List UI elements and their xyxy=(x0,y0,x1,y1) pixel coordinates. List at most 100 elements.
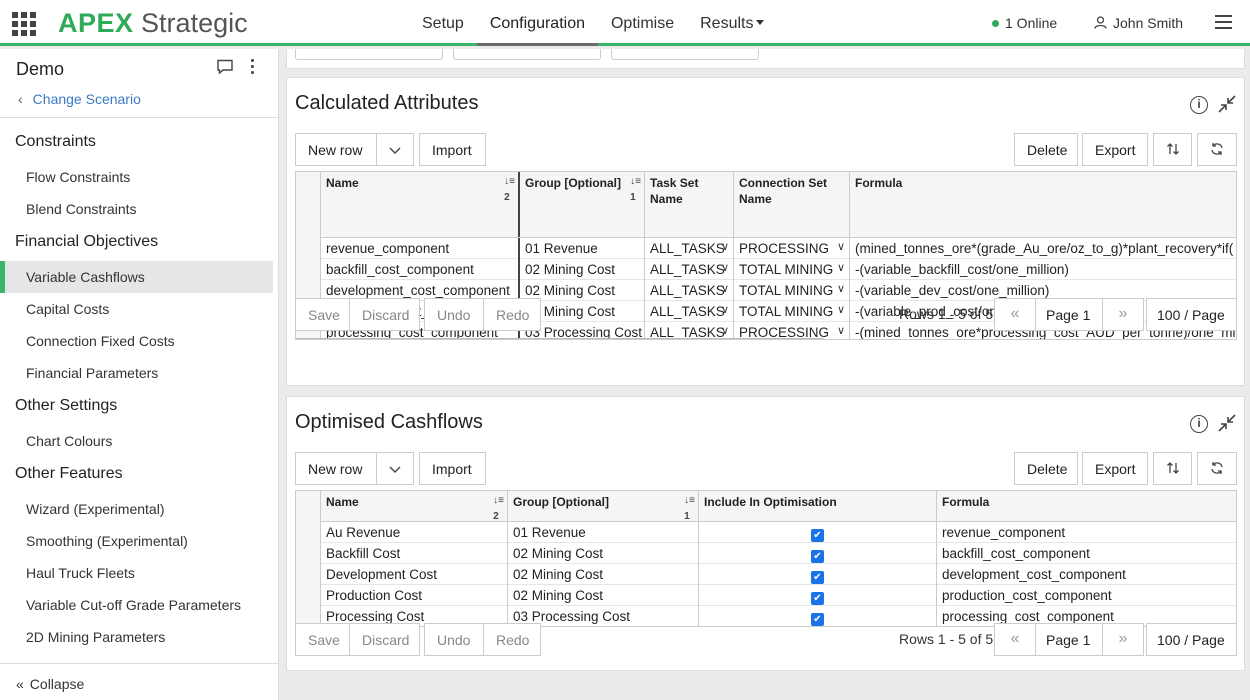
page-indicator[interactable]: Page 1 xyxy=(1035,623,1103,656)
new-row-button[interactable]: New row xyxy=(295,133,377,166)
col-header-formula[interactable]: Formula xyxy=(850,172,1236,237)
sidebar-item[interactable]: Variable Cut-off Grade Parameters xyxy=(0,589,279,621)
row-select-cell[interactable] xyxy=(296,585,321,606)
minimize-icon[interactable] xyxy=(1217,94,1237,114)
include-checkbox[interactable]: ✔ xyxy=(811,550,824,563)
nav-configuration[interactable]: Configuration xyxy=(476,0,598,46)
discard-button[interactable]: Discard xyxy=(349,623,420,656)
minimize-icon[interactable] xyxy=(1217,413,1237,433)
first-page-button[interactable]: « xyxy=(994,623,1036,656)
col-header-formula[interactable]: Formula xyxy=(937,491,1236,521)
cell-include[interactable]: ✔ xyxy=(699,543,937,564)
row-select-cell[interactable] xyxy=(296,522,321,543)
more-vertical-icon[interactable] xyxy=(250,59,256,77)
previous-panel-button[interactable] xyxy=(453,49,601,60)
row-select-cell[interactable] xyxy=(296,543,321,564)
table-row[interactable]: Backfill Cost 02 Mining Cost ✔ backfill_cos… xyxy=(296,543,1236,564)
table-row[interactable]: Development Cost 02 Mining Cost ✔ developme… xyxy=(296,564,1236,585)
dropdown-chevron-icon[interactable]: ∨ xyxy=(721,260,729,277)
cell-name[interactable]: Production Cost xyxy=(321,585,508,606)
save-button[interactable]: Save xyxy=(295,623,350,656)
dropdown-chevron-icon[interactable]: ∨ xyxy=(837,239,845,256)
cell-task[interactable]: ALL_TASKS ∨ xyxy=(645,259,734,280)
sidebar-item[interactable]: Haul Truck Fleets xyxy=(0,557,279,589)
export-button[interactable]: Export xyxy=(1082,133,1148,166)
per-page-select[interactable]: 100 / Page xyxy=(1146,298,1237,331)
dropdown-chevron-icon[interactable]: ∨ xyxy=(837,281,845,298)
nav-setup[interactable]: Setup xyxy=(409,0,477,46)
refresh-button[interactable] xyxy=(1197,133,1237,166)
cell-include[interactable]: ✔ xyxy=(699,522,937,543)
sidebar-item[interactable]: Blend Constraints xyxy=(0,193,279,225)
table-row[interactable]: Au Revenue 01 Revenue ✔ revenue_component xyxy=(296,522,1236,543)
row-select-cell[interactable] xyxy=(296,238,321,259)
col-header-include[interactable]: Include In Optimisation xyxy=(699,491,937,521)
table-row[interactable]: backfill_cost_component 02 Mining Cost ALL… xyxy=(296,259,1236,280)
cell-name[interactable]: Au Revenue xyxy=(321,522,508,543)
sort-desc-icon[interactable]: ↓≡ 2 xyxy=(504,174,515,206)
cell-group[interactable]: 01 Revenue xyxy=(520,238,645,259)
previous-panel-button[interactable] xyxy=(611,49,759,60)
last-page-button[interactable]: » xyxy=(1102,298,1144,331)
sidebar-item[interactable]: Flow Constraints xyxy=(0,161,279,193)
per-page-select[interactable]: 100 / Page xyxy=(1146,623,1237,656)
delete-button[interactable]: Delete xyxy=(1014,452,1078,485)
cell-name[interactable]: Backfill Cost xyxy=(321,543,508,564)
cell-formula[interactable]: backfill_cost_component xyxy=(937,543,1236,564)
sort-button[interactable] xyxy=(1153,452,1192,485)
dropdown-chevron-icon[interactable]: ∨ xyxy=(837,260,845,277)
include-checkbox[interactable]: ✔ xyxy=(811,529,824,542)
table-row[interactable]: Production Cost 02 Mining Cost ✔ production… xyxy=(296,585,1236,606)
app-logo[interactable]: APEX Strategic xyxy=(58,6,248,40)
page-indicator[interactable]: Page 1 xyxy=(1035,298,1103,331)
col-header-task-set[interactable]: Task Set Name xyxy=(645,172,734,237)
col-header-group[interactable]: Group [Optional] ↓≡ 1 xyxy=(520,172,645,237)
sidebar-item[interactable]: Connection Fixed Costs xyxy=(0,325,279,357)
new-row-dropdown-button[interactable] xyxy=(376,452,414,485)
comment-icon[interactable] xyxy=(216,59,234,75)
cell-group[interactable]: 01 Revenue xyxy=(508,522,699,543)
first-page-button[interactable]: « xyxy=(994,298,1036,331)
row-select-cell[interactable] xyxy=(296,259,321,280)
sort-button[interactable] xyxy=(1153,133,1192,166)
sort-desc-icon[interactable]: ↓≡ 1 xyxy=(630,174,641,206)
online-status[interactable]: 1 Online xyxy=(992,15,1057,31)
cell-name[interactable]: revenue_component xyxy=(321,238,520,259)
delete-button[interactable]: Delete xyxy=(1014,133,1078,166)
cell-formula[interactable]: revenue_component xyxy=(937,522,1236,543)
last-page-button[interactable]: » xyxy=(1102,623,1144,656)
cell-formula[interactable]: (mined_tonnes_ore*(grade_Au_ore/oz_to_g)… xyxy=(850,238,1236,259)
sidebar-item[interactable]: Capital Costs xyxy=(0,293,279,325)
nav-results[interactable]: Results xyxy=(687,0,777,46)
cell-formula[interactable]: development_cost_component xyxy=(937,564,1236,585)
cell-group[interactable]: 02 Mining Cost xyxy=(508,543,699,564)
cell-include[interactable]: ✔ xyxy=(699,564,937,585)
row-select-cell[interactable] xyxy=(296,564,321,585)
cell-conn[interactable]: TOTAL MINING ∨ xyxy=(734,259,850,280)
include-checkbox[interactable]: ✔ xyxy=(811,592,824,605)
export-button[interactable]: Export xyxy=(1082,452,1148,485)
import-button[interactable]: Import xyxy=(419,452,486,485)
undo-button[interactable]: Undo xyxy=(424,298,484,331)
import-button[interactable]: Import xyxy=(419,133,486,166)
refresh-button[interactable] xyxy=(1197,452,1237,485)
cell-group[interactable]: 02 Mining Cost xyxy=(508,564,699,585)
collapse-sidebar-button[interactable]: «Collapse xyxy=(0,663,279,700)
col-header-connection-set[interactable]: Connection Set Name xyxy=(734,172,850,237)
col-header-name[interactable]: Name ↓≡ 2 xyxy=(321,491,508,522)
cell-group[interactable]: 02 Mining Cost xyxy=(520,259,645,280)
hamburger-menu-icon[interactable] xyxy=(1215,15,1232,29)
redo-button[interactable]: Redo xyxy=(483,298,541,331)
cell-group[interactable]: 02 Mining Cost xyxy=(508,585,699,606)
sidebar-item[interactable]: Smoothing (Experimental) xyxy=(0,525,279,557)
cell-conn[interactable]: PROCESSING ∨ xyxy=(734,238,850,259)
sort-desc-icon[interactable]: ↓≡ 1 xyxy=(684,493,695,525)
previous-panel-button[interactable] xyxy=(295,49,443,60)
change-scenario-link[interactable]: ‹ Change Scenario xyxy=(18,91,141,107)
redo-button[interactable]: Redo xyxy=(483,623,541,656)
dropdown-chevron-icon[interactable]: ∨ xyxy=(721,239,729,256)
info-icon[interactable]: i xyxy=(1190,415,1208,433)
cell-name[interactable]: Development Cost xyxy=(321,564,508,585)
discard-button[interactable]: Discard xyxy=(349,298,420,331)
table-row[interactable]: revenue_component 01 Revenue ALL_TASKS ∨ PRO… xyxy=(296,238,1236,259)
